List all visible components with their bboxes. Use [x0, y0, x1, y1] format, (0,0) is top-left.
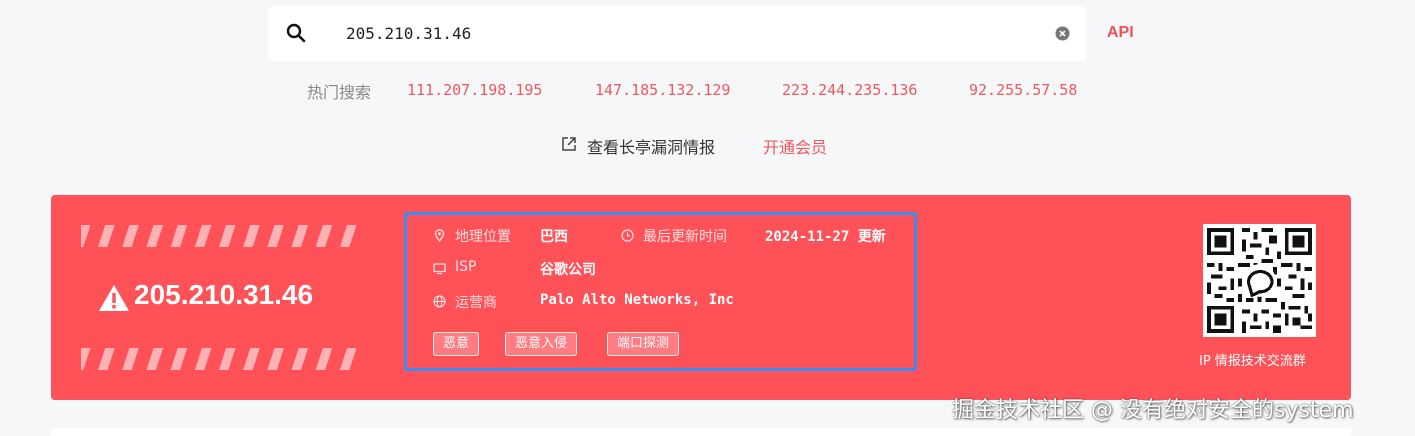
- external-link-icon[interactable]: [561, 136, 577, 152]
- search-box[interactable]: [268, 6, 1086, 61]
- isp-value: 谷歌公司: [540, 262, 596, 278]
- watermark-text: 掘金技术社区 @ 没有绝对安全的system: [952, 398, 1354, 423]
- decorative-stripes: [81, 225, 356, 247]
- threat-tag[interactable]: 恶意入侵: [505, 332, 578, 356]
- search-icon[interactable]: [286, 23, 306, 43]
- membership-link[interactable]: 开通会员: [763, 134, 827, 158]
- isp-label: ISP: [455, 259, 477, 275]
- updated-label: 最后更新时间: [643, 229, 727, 245]
- location-value: 巴西: [540, 229, 568, 245]
- ip-result-card: 205.210.31.46 地理位置 巴西 最后更新时间 2024-11-27 …: [51, 195, 1351, 400]
- qr-caption: IP 情报技术交流群: [1199, 354, 1306, 369]
- next-panel: [51, 428, 1351, 436]
- location-pin-icon: [434, 229, 445, 242]
- clear-icon[interactable]: [1055, 26, 1070, 41]
- api-link[interactable]: API: [1107, 24, 1134, 42]
- hot-search-item[interactable]: 111.207.198.195: [407, 81, 542, 99]
- operator-label: 运营商: [455, 295, 497, 311]
- clock-icon: [621, 229, 634, 242]
- ip-address-title: 205.210.31.46: [134, 279, 314, 310]
- hot-search-label: 热门搜索: [307, 83, 372, 102]
- hot-search-item[interactable]: 147.185.132.129: [595, 81, 730, 99]
- globe-icon: [433, 295, 446, 308]
- search-input[interactable]: [346, 18, 1026, 48]
- location-label: 地理位置: [455, 229, 511, 245]
- ip-info-panel: 地理位置 巴西 最后更新时间 2024-11-27 更新 ISP 谷歌公司 运营…: [404, 212, 917, 371]
- warning-icon: [99, 285, 129, 311]
- qr-code-image: [1203, 224, 1316, 337]
- updated-value: 2024-11-27 更新: [765, 229, 886, 245]
- threat-tag[interactable]: 端口探测: [607, 332, 680, 356]
- decorative-stripes: [81, 348, 356, 370]
- hot-search-item[interactable]: 92.255.57.58: [969, 81, 1077, 99]
- monitor-icon: [433, 263, 446, 275]
- threat-tag[interactable]: 恶意: [433, 332, 480, 356]
- vuln-intel-link[interactable]: 查看长亭漏洞情报: [587, 134, 715, 158]
- hot-search-item[interactable]: 223.244.235.136: [782, 81, 917, 99]
- operator-value: Palo Alto Networks, Inc: [540, 292, 734, 308]
